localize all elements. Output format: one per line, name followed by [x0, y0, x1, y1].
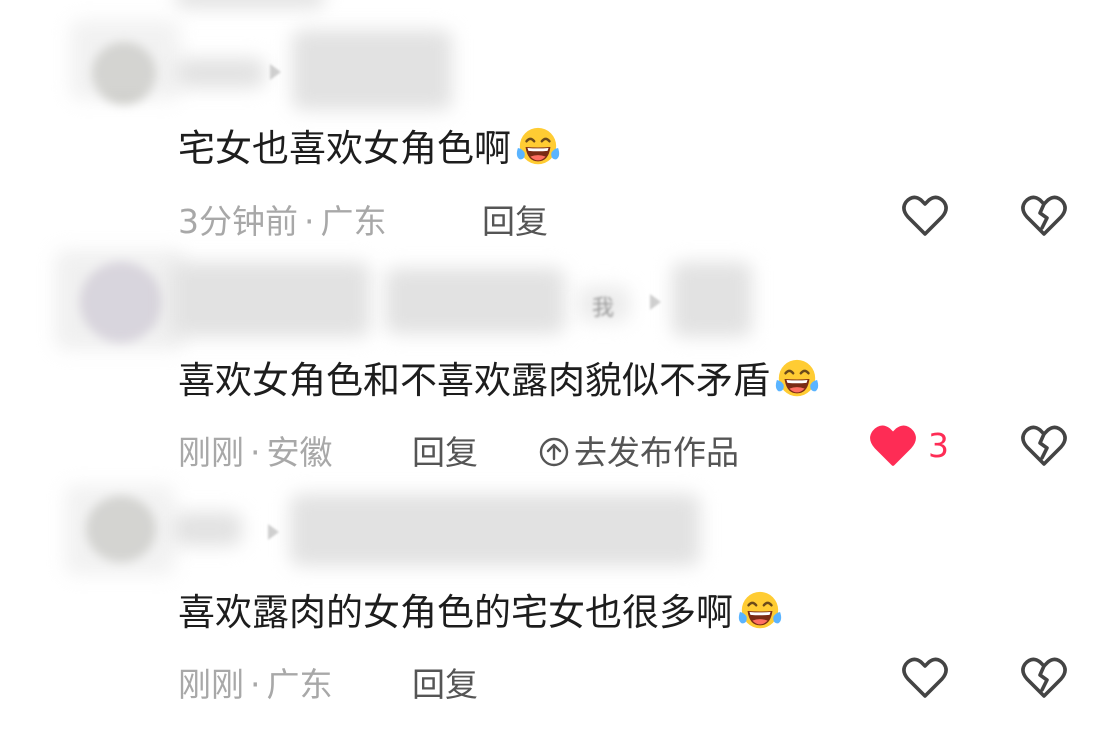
- blurred-username: [172, 512, 242, 546]
- comment-meta: 刚刚 · 广东: [178, 665, 333, 704]
- publish-work-button[interactable]: 去发布作品: [538, 426, 739, 474]
- reply-button[interactable]: 回复: [482, 195, 548, 243]
- heart-icon[interactable]: [900, 192, 950, 240]
- reply-arrow-icon: [270, 64, 281, 80]
- blurred-previous-row: [175, 0, 325, 8]
- comment-meta: 3分钟前 · 广东: [178, 202, 387, 241]
- like-count: 3: [928, 426, 949, 465]
- location: 广东: [320, 202, 387, 241]
- blurred-username: [175, 58, 265, 88]
- blurred-username: [55, 250, 185, 350]
- location: 广东: [266, 665, 333, 704]
- heart-filled-icon[interactable]: [868, 422, 918, 470]
- heart-icon[interactable]: [900, 654, 950, 702]
- blurred-username: [170, 262, 370, 337]
- location: 安徽: [266, 433, 333, 472]
- comment-meta: 刚刚 · 安徽: [178, 433, 333, 472]
- upload-circle-icon: [539, 437, 569, 467]
- reply-arrow-icon: [650, 294, 661, 310]
- timestamp: 3分钟前: [178, 202, 298, 241]
- broken-heart-icon[interactable]: [1019, 422, 1069, 470]
- blurred-username: [672, 262, 752, 337]
- tears-of-joy-emoji: [774, 357, 820, 401]
- tears-of-joy-emoji: [515, 125, 561, 169]
- blurred-username: [65, 485, 175, 575]
- reply-button[interactable]: 回复: [412, 658, 478, 706]
- reply-arrow-icon: [268, 524, 279, 540]
- timestamp: 刚刚: [178, 433, 244, 472]
- tears-of-joy-emoji: [737, 589, 783, 633]
- comment-text: 喜欢女角色和不喜欢露肉貌似不矛盾: [178, 350, 820, 404]
- comment-text: 喜欢露肉的女角色的宅女也很多啊: [178, 582, 783, 636]
- blurred-username: [292, 30, 452, 110]
- blurred-username: [70, 20, 180, 100]
- broken-heart-icon[interactable]: [1019, 192, 1069, 240]
- blurred-username: [290, 494, 700, 566]
- blurred-tag-text: 我: [592, 296, 615, 321]
- reply-button[interactable]: 回复: [412, 426, 478, 474]
- broken-heart-icon[interactable]: [1019, 654, 1069, 702]
- blurred-username: [385, 268, 565, 334]
- publish-label: 去发布作品: [574, 433, 739, 472]
- timestamp: 刚刚: [178, 665, 244, 704]
- comment-text: 宅女也喜欢女角色啊: [178, 118, 561, 172]
